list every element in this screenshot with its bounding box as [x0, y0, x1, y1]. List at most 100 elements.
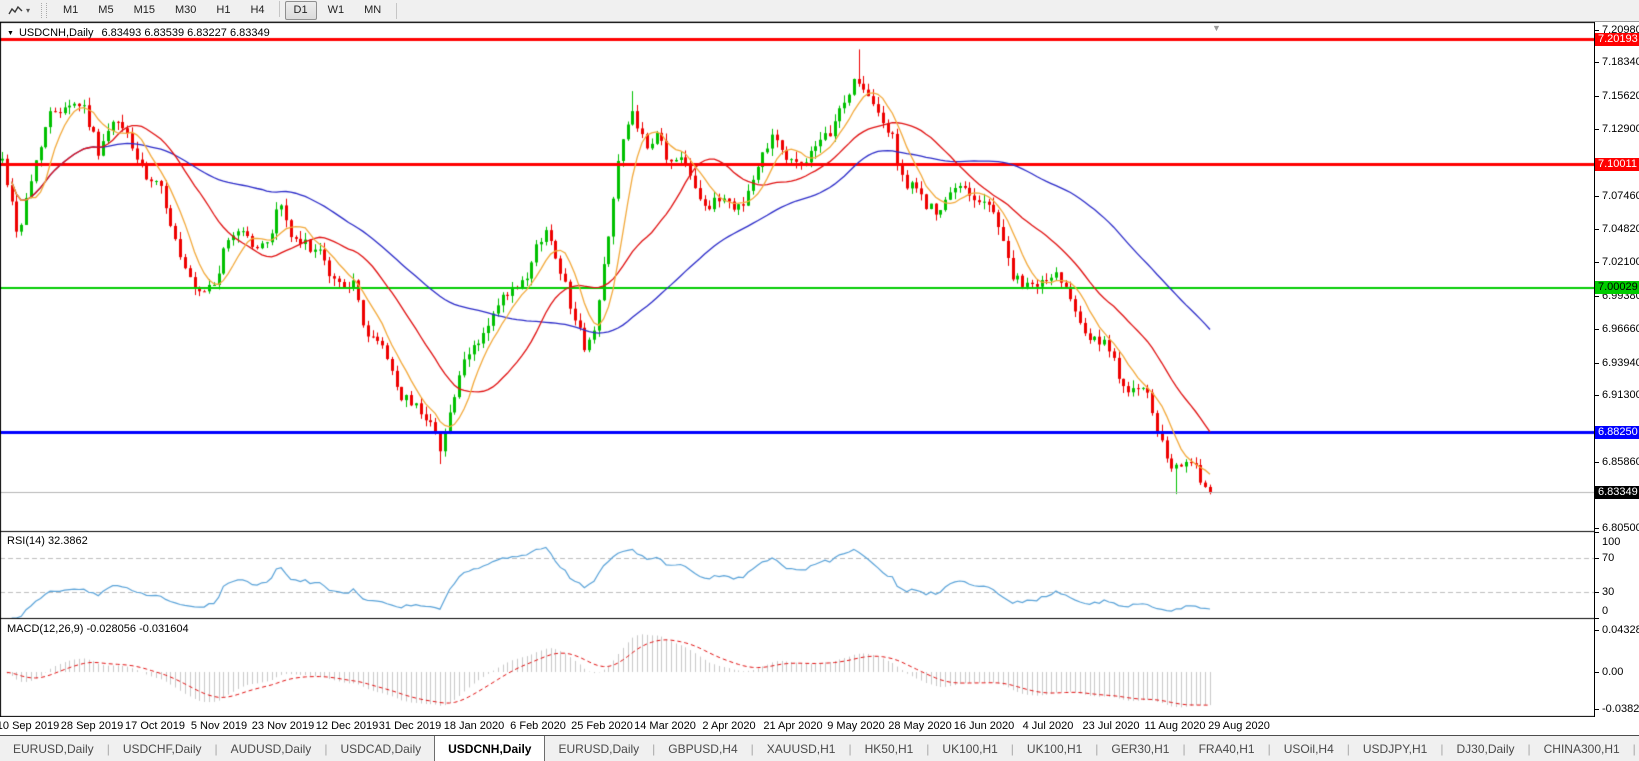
- timeframe-button-mn[interactable]: MN: [355, 1, 390, 20]
- price-tick-mark: [1595, 129, 1599, 130]
- price-tick-mark: [1595, 196, 1599, 197]
- chevron-down-icon[interactable]: ▾: [26, 6, 30, 15]
- date-label[interactable]: 5 Nov 2019: [191, 720, 247, 732]
- date-label[interactable]: 31 Dec 2019: [379, 720, 441, 732]
- price-tick-mark: [1595, 395, 1599, 396]
- date-label[interactable]: 6 Feb 2020: [510, 720, 566, 732]
- date-label[interactable]: 29 Aug 2020: [1208, 720, 1270, 732]
- date-label[interactable]: 2 Apr 2020: [702, 720, 755, 732]
- chart-tab-usdjpy-h1[interactable]: USDJPY,H1: [1350, 736, 1440, 761]
- rsi-tick-mark: [1595, 558, 1599, 559]
- date-label[interactable]: 16 Jun 2020: [954, 720, 1015, 732]
- price-tick-mark: [1595, 462, 1599, 463]
- chart-tab-eurusd-daily[interactable]: EURUSD,Daily: [545, 736, 652, 761]
- date-label[interactable]: 28 Sep 2019: [61, 720, 123, 732]
- date-label[interactable]: 17 Oct 2019: [125, 720, 185, 732]
- price-axis: 7.209807.183407.156207.129007.074607.048…: [1594, 22, 1639, 717]
- rsi-tick-mark: [1595, 618, 1599, 619]
- timeframe-button-h4[interactable]: H4: [241, 1, 273, 20]
- timeframe-button-m1[interactable]: M1: [54, 1, 87, 20]
- top-toolbar: ▾ M1M5M15M30H1H4 D1W1MN: [0, 0, 1639, 22]
- price-tick-label: 6.96660: [1602, 323, 1639, 335]
- macd-tick-label: 0.043285: [1602, 624, 1639, 636]
- date-label[interactable]: 28 May 2020: [888, 720, 952, 732]
- chart-title: ▼ USDCNH,Daily 6.83493 6.83539 6.83227 6…: [7, 27, 270, 39]
- line-studies-tool-button[interactable]: ▾: [3, 2, 35, 20]
- price-tick-mark: [1595, 96, 1599, 97]
- timeframe-button-m5[interactable]: M5: [89, 1, 122, 20]
- price-badge: 6.83349: [1595, 486, 1639, 499]
- rsi-tick-label: 30: [1602, 586, 1614, 598]
- chart-shift-marker-icon[interactable]: ▼: [1212, 23, 1221, 33]
- macd-tick-mark: [1595, 709, 1599, 710]
- toolbar-separator: [396, 3, 397, 19]
- price-tick-label: 7.07460: [1602, 190, 1639, 202]
- rsi-tick-label: 100: [1602, 536, 1620, 548]
- price-tick-label: 7.18340: [1602, 56, 1639, 68]
- toolbar-separator: [279, 1, 280, 17]
- date-label[interactable]: 23 Nov 2019: [252, 720, 314, 732]
- price-tick-mark: [1595, 363, 1599, 364]
- date-label[interactable]: 4 Jul 2020: [1023, 720, 1074, 732]
- timeframe-buttons: M1M5M15M30H1H4 D1W1MN: [53, 1, 391, 20]
- collapse-triangle-icon[interactable]: ▼: [7, 30, 14, 37]
- chart-symbol-label: USDCNH,Daily: [19, 27, 94, 39]
- date-label[interactable]: 14 Mar 2020: [634, 720, 696, 732]
- chart-tab-xauusd-h1[interactable]: XAUUSD,H1: [754, 736, 849, 761]
- price-tick-mark: [1595, 262, 1599, 263]
- chart-tab-uk100-h1[interactable]: UK100,H1: [1014, 736, 1095, 761]
- timeframe-button-w1[interactable]: W1: [319, 1, 354, 20]
- rsi-tick-label: 0: [1602, 605, 1608, 617]
- price-badge: 6.88250: [1595, 426, 1639, 439]
- timeframe-button-h1[interactable]: H1: [207, 1, 239, 20]
- price-badge: 7.10011: [1595, 158, 1639, 171]
- date-label[interactable]: 21 Apr 2020: [763, 720, 822, 732]
- price-tick-mark: [1595, 62, 1599, 63]
- date-label[interactable]: 9 May 2020: [827, 720, 884, 732]
- chart-tab-usdcad-daily[interactable]: USDCAD,Daily: [327, 736, 434, 761]
- price-tick-label: 6.93940: [1602, 357, 1639, 369]
- price-tick-mark: [1595, 528, 1599, 529]
- chart-canvas[interactable]: [0, 22, 1594, 717]
- chart-tab-usdchf-daily[interactable]: USDCHF,Daily: [110, 736, 215, 761]
- date-label[interactable]: 11 Aug 2020: [1145, 720, 1206, 732]
- chart-tab-usoil-h4[interactable]: USOil,H4: [1271, 736, 1347, 761]
- chart-tab-ger30-h1[interactable]: GER30,H1: [1098, 736, 1182, 761]
- macd-indicator-label: MACD(12,26,9) -0.028056 -0.031604: [7, 623, 189, 635]
- rsi-tick-label: 70: [1602, 552, 1614, 564]
- chart-tab-eurusd-daily[interactable]: EURUSD,Daily: [0, 736, 107, 761]
- macd-tick-label: 0.00: [1602, 666, 1623, 678]
- rsi-tick-mark: [1595, 532, 1599, 533]
- date-label[interactable]: 18 Jan 2020: [444, 720, 505, 732]
- timeframe-button-d1[interactable]: D1: [285, 1, 317, 20]
- chart-tab-fra40-h1[interactable]: FRA40,H1: [1186, 736, 1268, 761]
- price-tick-mark: [1595, 329, 1599, 330]
- price-tick-label: 7.02100: [1602, 256, 1639, 268]
- price-tick-label: 6.85860: [1602, 456, 1639, 468]
- date-label[interactable]: 10 Sep 2019: [0, 720, 59, 732]
- price-tick-label: 7.04820: [1602, 223, 1639, 235]
- chart-tab-gbpusd-h4[interactable]: GBPUSD,H4: [655, 736, 750, 761]
- date-label[interactable]: 23 Jul 2020: [1083, 720, 1140, 732]
- rsi-indicator-label: RSI(14) 32.3862: [7, 535, 88, 547]
- toolbar-grip-handle[interactable]: [41, 3, 47, 18]
- polyline-tool-icon: [8, 5, 23, 17]
- chart-tab-uk100-h1[interactable]: UK100,H1: [929, 736, 1010, 761]
- chart-tab-china300-h1[interactable]: CHINA300,H1: [1531, 736, 1633, 761]
- price-tick-label: 7.15620: [1602, 90, 1639, 102]
- price-tick-label: 7.12900: [1602, 123, 1639, 135]
- price-badge: 7.00029: [1595, 281, 1639, 294]
- timeframe-button-m30[interactable]: M30: [166, 1, 205, 20]
- price-tick-label: 6.80500: [1602, 522, 1639, 534]
- rsi-tick-mark: [1595, 592, 1599, 593]
- timeframe-button-m15[interactable]: M15: [125, 1, 164, 20]
- date-label[interactable]: 25 Feb 2020: [571, 720, 633, 732]
- chart-tab-dj30-daily[interactable]: DJ30,Daily: [1443, 736, 1527, 761]
- date-label[interactable]: 12 Dec 2019: [316, 720, 378, 732]
- chart-tab-hk50-h1[interactable]: HK50,H1: [852, 736, 927, 761]
- chart-tab-usdcnh-daily[interactable]: USDCNH,Daily: [434, 736, 545, 761]
- chart-ohlc-values: 6.83493 6.83539 6.83227 6.83349: [102, 27, 270, 39]
- chart-tab-audusd-daily[interactable]: AUDUSD,Daily: [218, 736, 325, 761]
- chart-tab-bar: EURUSD,Daily|USDCHF,Daily|AUDUSD,Daily|U…: [0, 736, 1639, 761]
- macd-tick-mark: [1595, 672, 1599, 673]
